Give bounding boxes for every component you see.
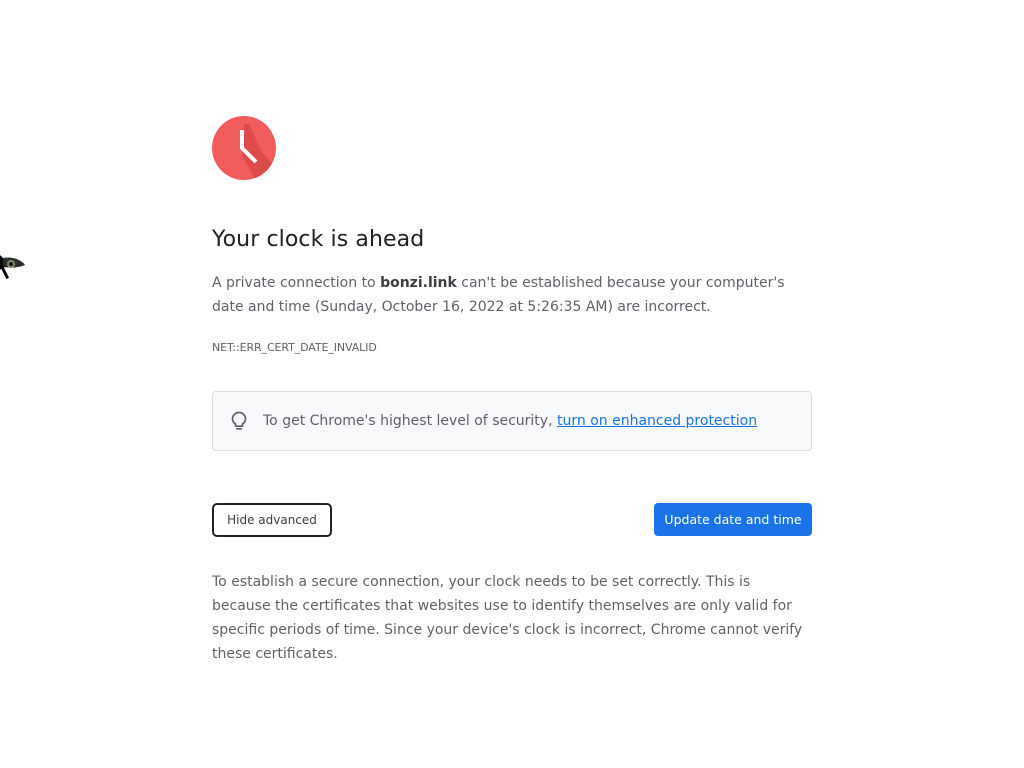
clock-icon <box>212 116 276 180</box>
enhanced-protection-box: To get Chrome's highest level of securit… <box>212 391 812 451</box>
page-title: Your clock is ahead <box>212 227 425 252</box>
enhanced-protection-text: To get Chrome's highest level of securit… <box>263 413 557 429</box>
main-message-prefix: A private connection to <box>212 275 381 291</box>
main-message: A private connection to bonzi.link can't… <box>212 271 812 319</box>
interstitial-content: Your clock is ahead A private connection… <box>212 116 812 666</box>
enhanced-protection-message: To get Chrome's highest level of securit… <box>263 411 757 431</box>
update-date-time-button[interactable]: Update date and time <box>654 503 812 536</box>
lightbulb-icon <box>229 410 249 432</box>
error-code: NET::ERR_CERT_DATE_INVALID <box>212 341 377 354</box>
mouse-cursor-icon <box>0 246 28 282</box>
enhanced-protection-link[interactable]: turn on enhanced protection <box>557 413 757 429</box>
site-domain: bonzi.link <box>380 275 457 291</box>
button-row: Hide advanced Update date and time <box>212 503 812 537</box>
error-page: Your clock is ahead A private connection… <box>0 0 1024 768</box>
details-text: To establish a secure connection, your c… <box>212 574 803 662</box>
hide-advanced-button[interactable]: Hide advanced <box>212 503 332 537</box>
